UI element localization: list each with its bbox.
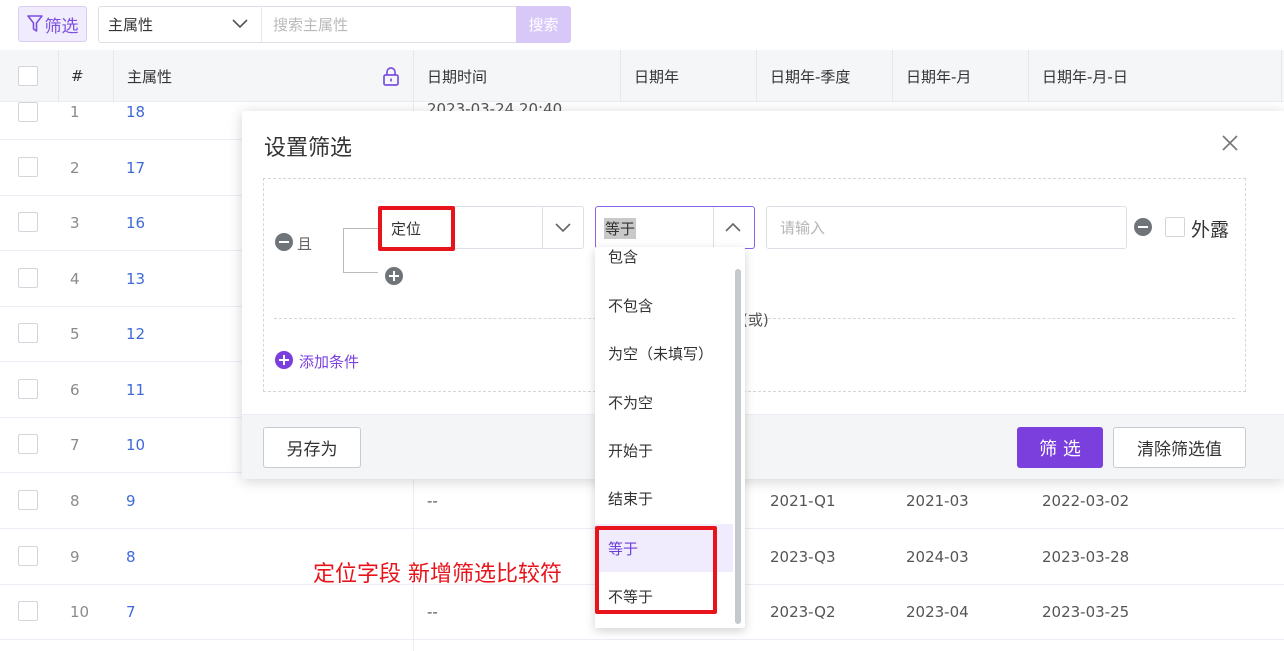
row-index: 1 — [70, 103, 80, 121]
save-as-button[interactable]: 另存为 — [263, 427, 361, 468]
expose-label: 外露 — [1191, 219, 1230, 241]
operator-option[interactable]: 结束于 — [595, 474, 733, 522]
row-index: 6 — [70, 381, 80, 399]
row-index: 9 — [70, 548, 80, 566]
dialog-title: 设置筛选 — [264, 136, 353, 161]
row-checkbox[interactable] — [18, 379, 38, 399]
chevron-up-icon — [725, 222, 741, 232]
row-main-link[interactable]: 8 — [126, 529, 136, 585]
row-month: 2024-03 — [906, 548, 969, 566]
dialog-footer: 另存为 筛 选 清除筛选值 — [242, 414, 1284, 479]
row-checkbox[interactable] — [18, 323, 38, 343]
operator-select[interactable]: 等于 — [595, 206, 755, 249]
row-date: 2023-03-28 — [1042, 548, 1130, 566]
operator-option[interactable]: 不包含 — [595, 281, 733, 329]
operator-option[interactable]: 开始于 — [595, 426, 733, 474]
clear-filter-button[interactable]: 清除筛选值 — [1113, 427, 1246, 468]
row-main-link[interactable]: 17 — [126, 140, 145, 196]
expose-checkbox[interactable] — [1165, 217, 1185, 237]
row-index: 10 — [70, 603, 90, 621]
row-index: 3 — [70, 214, 80, 232]
row-main-link[interactable]: 18 — [126, 84, 145, 140]
or-label: (或) — [742, 311, 769, 329]
row-main-link[interactable]: 10 — [126, 417, 145, 473]
row-index: 2 — [70, 159, 80, 177]
row-checkbox[interactable] — [18, 102, 38, 122]
row-checkbox[interactable] — [18, 546, 38, 566]
add-subcondition-icon[interactable] — [385, 267, 403, 285]
operator-option[interactable]: 不为空 — [595, 378, 733, 426]
row-quarter: 2023-Q3 — [770, 548, 836, 566]
row-main-link[interactable]: 11 — [126, 362, 145, 418]
row-quarter: 2023-Q2 — [770, 603, 836, 621]
add-condition-icon[interactable] — [275, 351, 293, 369]
row-main-link[interactable]: 7 — [126, 584, 136, 640]
row-main-link[interactable]: 9 — [126, 473, 136, 529]
tree-line — [343, 228, 378, 229]
row-datetime: -- — [427, 603, 438, 621]
tree-line — [343, 272, 378, 273]
highlight-box — [378, 206, 455, 251]
row-quarter: 2021-Q1 — [770, 492, 836, 510]
row-date: 2023-03-25 — [1042, 603, 1130, 621]
tree-line — [343, 228, 344, 273]
apply-filter-button[interactable]: 筛 选 — [1017, 427, 1103, 468]
operator-option[interactable]: 包含 — [595, 247, 733, 280]
row-checkbox[interactable] — [18, 434, 38, 454]
value-placeholder: 请输入 — [780, 219, 826, 237]
remove-group-icon[interactable] — [275, 233, 293, 251]
highlight-box — [595, 526, 717, 614]
annotation-text: 定位字段 新增筛选比较符 — [313, 562, 562, 587]
row-month: 2023-04 — [906, 603, 969, 621]
remove-condition-icon[interactable] — [1134, 218, 1152, 236]
row-date: 2022-03-02 — [1042, 492, 1130, 510]
row-main-link[interactable]: 13 — [126, 251, 145, 307]
row-main-link[interactable]: 16 — [126, 195, 145, 251]
value-input[interactable]: 请输入 — [766, 206, 1127, 249]
row-checkbox[interactable] — [18, 268, 38, 288]
row-index: 5 — [70, 325, 80, 343]
chevron-down-icon — [555, 223, 571, 233]
close-icon[interactable] — [1220, 133, 1240, 153]
filter-settings-dialog: 设置筛选 另存为 筛 选 清除筛选值 — [242, 111, 1284, 479]
row-datetime: -- — [427, 492, 438, 510]
operator-option[interactable]: 为空（未填写） — [595, 329, 733, 377]
row-checkbox[interactable] — [18, 490, 38, 510]
row-checkbox[interactable] — [18, 601, 38, 621]
row-month: 2021-03 — [906, 492, 969, 510]
add-condition-link[interactable]: 添加条件 — [299, 351, 359, 372]
row-index: 7 — [70, 436, 80, 454]
row-checkbox[interactable] — [18, 157, 38, 177]
row-index: 4 — [70, 270, 80, 288]
row-index: 8 — [70, 492, 80, 510]
and-label: 且 — [297, 235, 313, 253]
row-main-link[interactable]: 12 — [126, 306, 145, 362]
row-checkbox[interactable] — [18, 212, 38, 232]
dropdown-scrollbar[interactable] — [735, 269, 741, 624]
operator-select-value: 等于 — [604, 218, 637, 239]
